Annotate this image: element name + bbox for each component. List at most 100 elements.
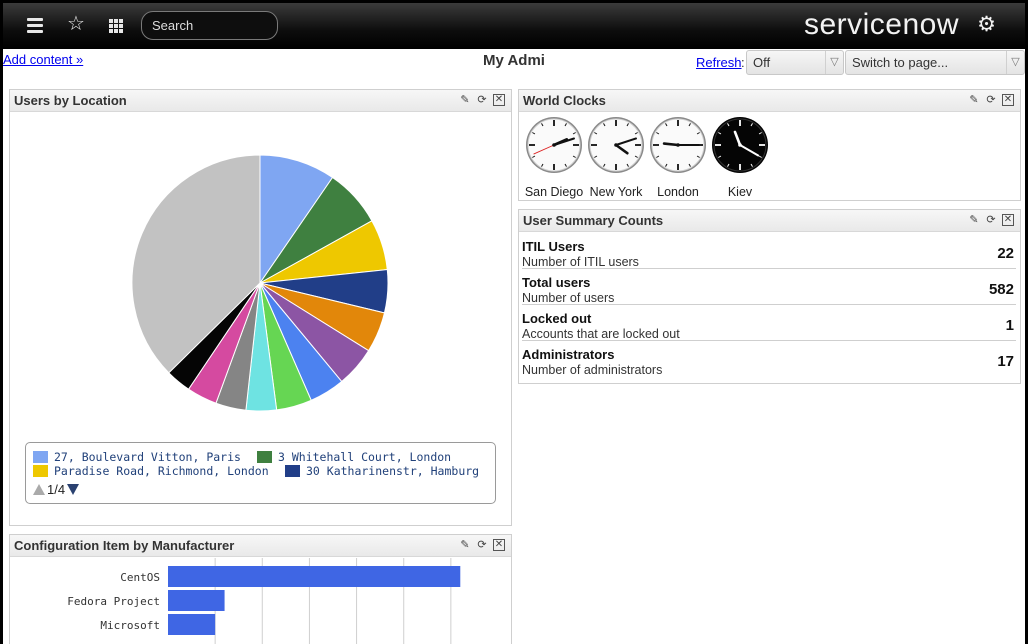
clock-new-york: New York: [585, 116, 647, 199]
world-clocks-widget: World Clocks ✎ ⟳ ✕ San Diego New York Lo…: [518, 89, 1021, 201]
page-title: My Admi: [483, 52, 545, 69]
legend-label: 27, Boulevard Vitton, Paris: [54, 450, 241, 464]
summary-row-count[interactable]: 1: [1006, 317, 1014, 334]
summary-row-title: Locked out: [522, 311, 592, 326]
chevron-down-icon: ▽: [1006, 51, 1024, 74]
next-page-arrow-icon[interactable]: [67, 484, 80, 495]
bar-category-label: Fedora Project: [67, 595, 160, 608]
widget-header: Configuration Item by Manufacturer ✎ ⟳ ✕: [10, 535, 511, 557]
widget-header: World Clocks ✎ ⟳ ✕: [519, 90, 1020, 112]
chevron-down-icon: ▽: [825, 51, 843, 74]
refresh-interval-value: Off: [753, 55, 771, 70]
configuration-item-by-manufacturer-widget: Configuration Item by Manufacturer ✎ ⟳ ✕…: [9, 534, 512, 644]
close-icon[interactable]: ✕: [1002, 94, 1014, 106]
legend-swatch: [33, 451, 48, 463]
edit-pencil-icon[interactable]: ✎: [968, 214, 980, 226]
widget-title: Configuration Item by Manufacturer: [14, 538, 235, 553]
refresh-link[interactable]: Refresh: [696, 55, 742, 70]
clock-city-label: Kiev: [727, 185, 753, 199]
clock-center: [614, 143, 618, 147]
widget-title: World Clocks: [523, 93, 606, 108]
user-summary-counts-widget: User Summary Counts ✎ ⟳ ✕ ITIL Users Num…: [518, 209, 1021, 384]
bar-category-label: Microsoft: [100, 619, 160, 632]
summary-row-description: Number of administrators: [522, 363, 663, 377]
analog-clock-face: [588, 117, 644, 173]
bar-category-label: CentOS: [120, 571, 160, 584]
analog-clock-face: [650, 117, 706, 173]
summary-row-itil-users[interactable]: ITIL Users Number of ITIL users 22: [522, 233, 1016, 269]
close-icon[interactable]: ✕: [493, 539, 505, 551]
clock-city-label: New York: [589, 185, 643, 199]
bar[interactable]: [168, 614, 216, 635]
summary-row-administrators[interactable]: Administrators Number of administrators …: [522, 341, 1016, 377]
legend-swatch: [33, 465, 48, 477]
legend-item[interactable]: Paradise Road, Richmond, London: [33, 464, 269, 478]
previous-page-arrow-icon[interactable]: [33, 484, 45, 495]
clock-center: [676, 143, 680, 147]
users-by-location-pie-chart[interactable]: [10, 113, 511, 443]
clock-kiev: Kiev: [709, 116, 771, 199]
legend-page-indicator: 1/4: [47, 482, 66, 497]
widget-header: Users by Location ✎ ⟳ ✕: [10, 90, 511, 112]
clock-center: [738, 143, 742, 147]
edit-pencil-icon[interactable]: ✎: [459, 94, 471, 106]
refresh-icon[interactable]: ⟳: [985, 214, 997, 226]
summary-row-total-users[interactable]: Total users Number of users 582: [522, 269, 1016, 305]
legend-pager: 1/4: [33, 482, 80, 497]
chart-legend: 27, Boulevard Vitton, Paris 3 Whitehall …: [25, 442, 496, 504]
widget-title: User Summary Counts: [523, 213, 664, 228]
users-by-location-widget: Users by Location ✎ ⟳ ✕ 27, Boulevard Vi…: [9, 89, 512, 526]
servicenow-logo: servicenow: [803, 8, 959, 41]
summary-row-description: Number of ITIL users: [522, 255, 639, 269]
switch-page-select[interactable]: Switch to page... ▽: [845, 50, 1025, 75]
legend-label: 30 Katharinenstr, Hamburg: [306, 464, 480, 478]
refresh-icon[interactable]: ⟳: [476, 94, 488, 106]
close-icon[interactable]: ✕: [493, 94, 505, 106]
clock-city-label: San Diego: [524, 185, 584, 199]
legend-item[interactable]: 30 Katharinenstr, Hamburg: [285, 464, 479, 478]
hamburger-menu-icon[interactable]: [27, 18, 43, 33]
clock-center: [552, 143, 556, 147]
edit-pencil-icon[interactable]: ✎: [968, 94, 980, 106]
legend-swatch: [257, 451, 272, 463]
legend-label: Paradise Road, Richmond, London: [54, 464, 269, 478]
analog-clock-face: [712, 117, 768, 173]
widget-title: Users by Location: [14, 93, 127, 108]
summary-row-count[interactable]: 582: [989, 281, 1014, 298]
app-frame: ☆ Search servicenow ⚙ Add content » My A…: [3, 3, 1025, 644]
gear-icon[interactable]: ⚙: [977, 13, 996, 37]
clock-san-diego: San Diego: [523, 116, 585, 199]
summary-row-description: Accounts that are locked out: [522, 327, 680, 341]
refresh-icon[interactable]: ⟳: [476, 539, 488, 551]
clock-london: London: [647, 116, 709, 199]
search-input[interactable]: Search: [141, 11, 278, 40]
summary-row-title: ITIL Users: [522, 239, 585, 254]
bar[interactable]: [168, 590, 225, 611]
add-content-link[interactable]: Add content »: [3, 52, 83, 67]
legend-swatch: [285, 465, 300, 477]
apps-grid-icon[interactable]: [109, 19, 123, 33]
refresh-interval-select[interactable]: Off ▽: [746, 50, 844, 75]
top-navigation-bar: ☆ Search servicenow ⚙: [3, 3, 1025, 49]
legend-item[interactable]: 3 Whitehall Court, London: [257, 450, 451, 464]
refresh-separator: :: [741, 55, 745, 70]
clock-city-label: London: [657, 185, 699, 199]
widget-header: User Summary Counts ✎ ⟳ ✕: [519, 210, 1020, 232]
summary-row-locked-out[interactable]: Locked out Accounts that are locked out …: [522, 305, 1016, 341]
refresh-icon[interactable]: ⟳: [985, 94, 997, 106]
clock-hour-hand: [662, 142, 680, 147]
edit-pencil-icon[interactable]: ✎: [459, 539, 471, 551]
favorites-star-icon[interactable]: ☆: [67, 14, 85, 34]
summary-row-count[interactable]: 17: [997, 353, 1014, 370]
summary-row-description: Number of users: [522, 291, 615, 305]
legend-item[interactable]: 27, Boulevard Vitton, Paris: [33, 450, 241, 464]
summary-row-title: Total users: [522, 275, 591, 290]
summary-row-title: Administrators: [522, 347, 615, 362]
legend-label: 3 Whitehall Court, London: [278, 450, 452, 464]
switch-page-value: Switch to page...: [852, 55, 949, 70]
analog-clock-face: [526, 117, 582, 173]
summary-row-count[interactable]: 22: [997, 245, 1014, 262]
close-icon[interactable]: ✕: [1002, 214, 1014, 226]
bar[interactable]: [168, 566, 461, 587]
manufacturer-bar-chart[interactable]: CentOS Fedora Project Microsoft: [10, 558, 511, 644]
